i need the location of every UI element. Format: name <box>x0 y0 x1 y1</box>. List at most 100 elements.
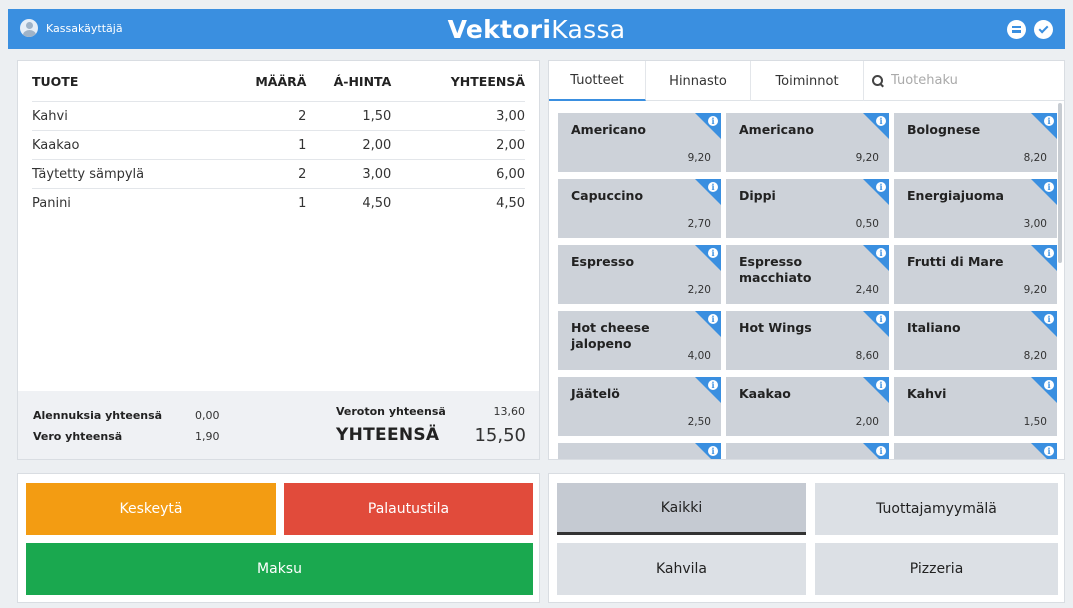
product-search[interactable] <box>864 61 1064 100</box>
tab-pricelist[interactable]: Hinnasto <box>646 61 751 101</box>
info-icon[interactable]: i <box>876 182 886 192</box>
pause-button[interactable]: Keskeytä <box>26 483 276 535</box>
product-tile[interactable]: Energiajuoma 3,00 i <box>894 179 1057 238</box>
receipt-row[interactable]: Panini 1 4,50 4,50 <box>32 188 525 217</box>
info-corner[interactable] <box>1031 179 1057 205</box>
product-price: 8,60 <box>855 350 879 362</box>
info-icon[interactable]: i <box>1044 248 1054 258</box>
product-tile[interactable]: Italiano 8,20 i <box>894 311 1057 370</box>
tax-label: Vero yhteensä <box>33 430 123 443</box>
info-icon[interactable]: i <box>1044 116 1054 126</box>
info-icon[interactable]: i <box>708 116 718 126</box>
product-price: 9,20 <box>855 152 879 164</box>
info-icon[interactable]: i <box>876 446 886 456</box>
product-price: 0,50 <box>855 218 879 230</box>
info-icon[interactable]: i <box>876 380 886 390</box>
item-total: 4,50 <box>496 195 526 211</box>
item-total: 3,00 <box>496 108 526 124</box>
product-tile[interactable]: Espresso macchiato 2,40 i <box>726 245 889 304</box>
check-icon[interactable] <box>1034 20 1053 39</box>
info-icon[interactable]: i <box>708 446 718 456</box>
info-corner[interactable] <box>863 377 889 403</box>
search-input[interactable] <box>891 73 1031 88</box>
product-price: 4,00 <box>687 350 711 362</box>
product-name: Bolognese <box>907 122 981 137</box>
net-total-value: 13,60 <box>493 405 526 418</box>
product-tile[interactable]: Dippi 0,50 i <box>726 179 889 238</box>
item-quantity: 2 <box>298 166 307 182</box>
info-corner[interactable] <box>863 179 889 205</box>
info-corner[interactable] <box>695 179 721 205</box>
item-total: 6,00 <box>496 166 526 182</box>
info-icon[interactable]: i <box>876 116 886 126</box>
col-quantity: MÄÄRÄ <box>255 73 307 89</box>
info-icon[interactable]: i <box>1044 380 1054 390</box>
discounts-value: 0,00 <box>195 409 220 422</box>
category-pizzeria[interactable]: Pizzeria <box>815 543 1058 595</box>
product-scrollbar[interactable] <box>1058 103 1062 263</box>
info-corner[interactable] <box>695 245 721 271</box>
category-producer-shop[interactable]: Tuottajamyymälä <box>815 483 1058 535</box>
tab-products[interactable]: Tuotteet <box>549 61 646 101</box>
product-price: 2,20 <box>687 284 711 296</box>
product-tile[interactable]: Americano 9,20 i <box>558 113 721 172</box>
info-icon[interactable]: i <box>876 248 886 258</box>
info-corner[interactable] <box>1031 311 1057 337</box>
product-tile[interactable]: Kaakao 2,00 i <box>726 377 889 436</box>
item-name: Panini <box>32 195 71 211</box>
info-icon[interactable]: i <box>1044 446 1054 456</box>
product-tile[interactable]: Kahvi 1,50 i <box>894 377 1057 436</box>
category-cafe[interactable]: Kahvila <box>557 543 806 595</box>
receipt-row[interactable]: Kahvi 2 1,50 3,00 <box>32 101 525 130</box>
info-corner[interactable] <box>863 113 889 139</box>
product-price: 1,50 <box>1023 416 1047 428</box>
product-tabs: Tuotteet Hinnasto Toiminnot <box>549 61 1064 101</box>
brand-bold: Vektori <box>447 15 552 44</box>
pay-button[interactable]: Maksu <box>26 543 533 595</box>
product-tile[interactable]: Hot Wings 8,60 i <box>726 311 889 370</box>
info-corner[interactable] <box>695 311 721 337</box>
product-tile[interactable]: i <box>726 443 889 459</box>
col-total: YHTEENSÄ <box>450 73 526 89</box>
product-tile[interactable]: Bolognese 8,20 i <box>894 113 1057 172</box>
info-corner[interactable] <box>863 311 889 337</box>
list-icon[interactable] <box>1007 20 1026 39</box>
product-tile[interactable]: i <box>558 443 721 459</box>
info-icon[interactable]: i <box>1044 314 1054 324</box>
info-icon[interactable]: i <box>1044 182 1054 192</box>
info-corner[interactable] <box>1031 377 1057 403</box>
info-icon[interactable]: i <box>876 314 886 324</box>
refund-mode-button[interactable]: Palautustila <box>284 483 533 535</box>
product-name: Kahvi <box>907 386 947 401</box>
product-tile[interactable]: Hot cheese jalopeno 4,00 i <box>558 311 721 370</box>
app-title: VektoriKassa <box>8 15 1065 44</box>
info-corner[interactable] <box>695 377 721 403</box>
col-unit-price: Á-HINTA <box>333 73 392 89</box>
receipt-panel: TUOTE MÄÄRÄ Á-HINTA YHTEENSÄ Kahvi 2 1,50 3… <box>17 60 540 460</box>
discounts-label: Alennuksia yhteensä <box>33 409 163 422</box>
col-product: TUOTE <box>32 73 79 89</box>
tab-actions[interactable]: Toiminnot <box>751 61 864 101</box>
product-tile[interactable]: i <box>894 443 1057 459</box>
product-tile[interactable]: Frutti di Mare 9,20 i <box>894 245 1057 304</box>
info-icon[interactable]: i <box>708 182 718 192</box>
info-icon[interactable]: i <box>708 314 718 324</box>
info-corner[interactable] <box>1031 113 1057 139</box>
receipt-row[interactable]: Täytetty sämpylä 2 3,00 6,00 <box>32 159 525 188</box>
product-tile[interactable]: Americano 9,20 i <box>726 113 889 172</box>
info-corner[interactable] <box>1031 245 1057 271</box>
item-quantity: 1 <box>298 195 307 211</box>
receipt-row[interactable]: Kaakao 1 2,00 2,00 <box>32 130 525 159</box>
info-icon[interactable]: i <box>708 380 718 390</box>
product-name: Americano <box>739 122 814 137</box>
info-corner[interactable] <box>695 113 721 139</box>
product-price: 3,00 <box>1023 218 1047 230</box>
info-icon[interactable]: i <box>708 248 718 258</box>
info-corner[interactable] <box>863 245 889 271</box>
product-tile[interactable]: Jäätelö 2,50 i <box>558 377 721 436</box>
category-all[interactable]: Kaikki <box>557 483 806 535</box>
product-tile[interactable]: Capuccino 2,70 i <box>558 179 721 238</box>
item-unit-price: 1,50 <box>362 108 392 124</box>
product-tile[interactable]: Espresso 2,20 i <box>558 245 721 304</box>
item-unit-price: 3,00 <box>362 166 392 182</box>
